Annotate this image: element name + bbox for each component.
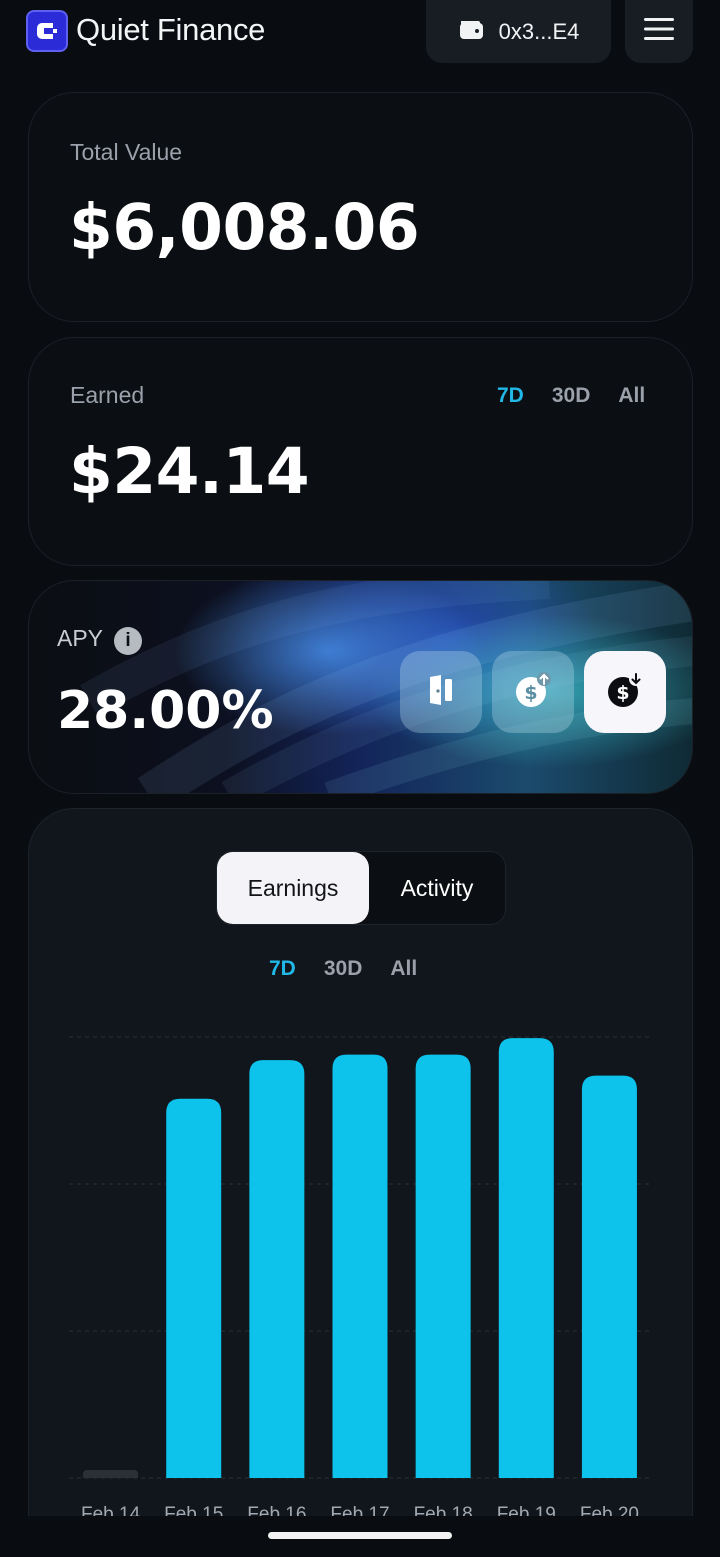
total-value-label: Total Value: [70, 139, 183, 165]
chart-bar-feb-20[interactable]: [581, 1075, 637, 1478]
chart-range-all[interactable]: All: [390, 957, 417, 981]
wallet-icon: [458, 17, 485, 46]
chart-view-toggle: Earnings Activity: [216, 851, 506, 925]
info-icon[interactable]: i: [114, 627, 142, 655]
chart-range-tabs: 7D 30D All: [269, 957, 417, 981]
home-indicator[interactable]: [268, 1532, 452, 1539]
earned-card: Earned 7D 30D All $24.14: [28, 337, 693, 566]
withdraw-dollar-icon: $: [606, 671, 644, 714]
earnings-bar-chart: Feb 14 Feb 15 Feb 16 Feb 17 Feb 18 Feb 19 Feb …: [69, 1036, 651, 1525]
chart-range-30d[interactable]: 30D: [324, 957, 363, 981]
earned-range-tabs: 7D 30D All: [497, 384, 645, 408]
chart-range-7d[interactable]: 7D: [269, 957, 296, 981]
earned-amount: $24.14: [69, 435, 310, 508]
app-header: Quiet Finance 0x3...E4: [0, 0, 720, 64]
portal-button[interactable]: [400, 651, 482, 733]
wallet-button[interactable]: 0x3...E4: [426, 0, 611, 63]
logo-mark-icon[interactable]: [26, 10, 68, 52]
apy-card: APY i 28.00% $ $: [28, 580, 693, 794]
earnings-chart-card: Earnings Activity 7D 30D All Feb 14 Feb 1…: [28, 808, 693, 1557]
earned-label: Earned: [70, 382, 145, 408]
chart-bar-feb-14[interactable]: [83, 1470, 139, 1478]
tab-activity[interactable]: Activity: [369, 852, 505, 924]
total-value-amount: $6,008.06: [69, 191, 420, 264]
deposit-button[interactable]: $: [492, 651, 574, 733]
chart-bar-feb-15[interactable]: [166, 1098, 222, 1478]
withdraw-button[interactable]: $: [584, 651, 666, 733]
tab-earnings[interactable]: Earnings: [217, 852, 369, 924]
chart-bar-feb-17[interactable]: [332, 1054, 388, 1478]
chart-bar-feb-18[interactable]: [415, 1054, 471, 1478]
earned-range-7d[interactable]: 7D: [497, 384, 524, 408]
wallet-address: 0x3...E4: [498, 18, 580, 44]
svg-text:$: $: [524, 682, 537, 704]
apy-value: 28.00%: [57, 681, 274, 741]
total-value-card: Total Value $6,008.06: [28, 92, 693, 322]
menu-button[interactable]: [625, 0, 693, 63]
brand-name: Quiet Finance: [76, 12, 266, 47]
apy-label: APY: [57, 625, 104, 651]
chart-bar-feb-19[interactable]: [498, 1038, 554, 1478]
earned-range-30d[interactable]: 30D: [552, 384, 591, 408]
earned-range-all[interactable]: All: [618, 384, 645, 408]
hamburger-menu-icon: [643, 16, 675, 47]
svg-text:$: $: [616, 682, 629, 704]
chart-bar-feb-16[interactable]: [249, 1060, 305, 1478]
deposit-dollar-icon: $: [514, 671, 552, 714]
door-icon: [427, 674, 455, 711]
